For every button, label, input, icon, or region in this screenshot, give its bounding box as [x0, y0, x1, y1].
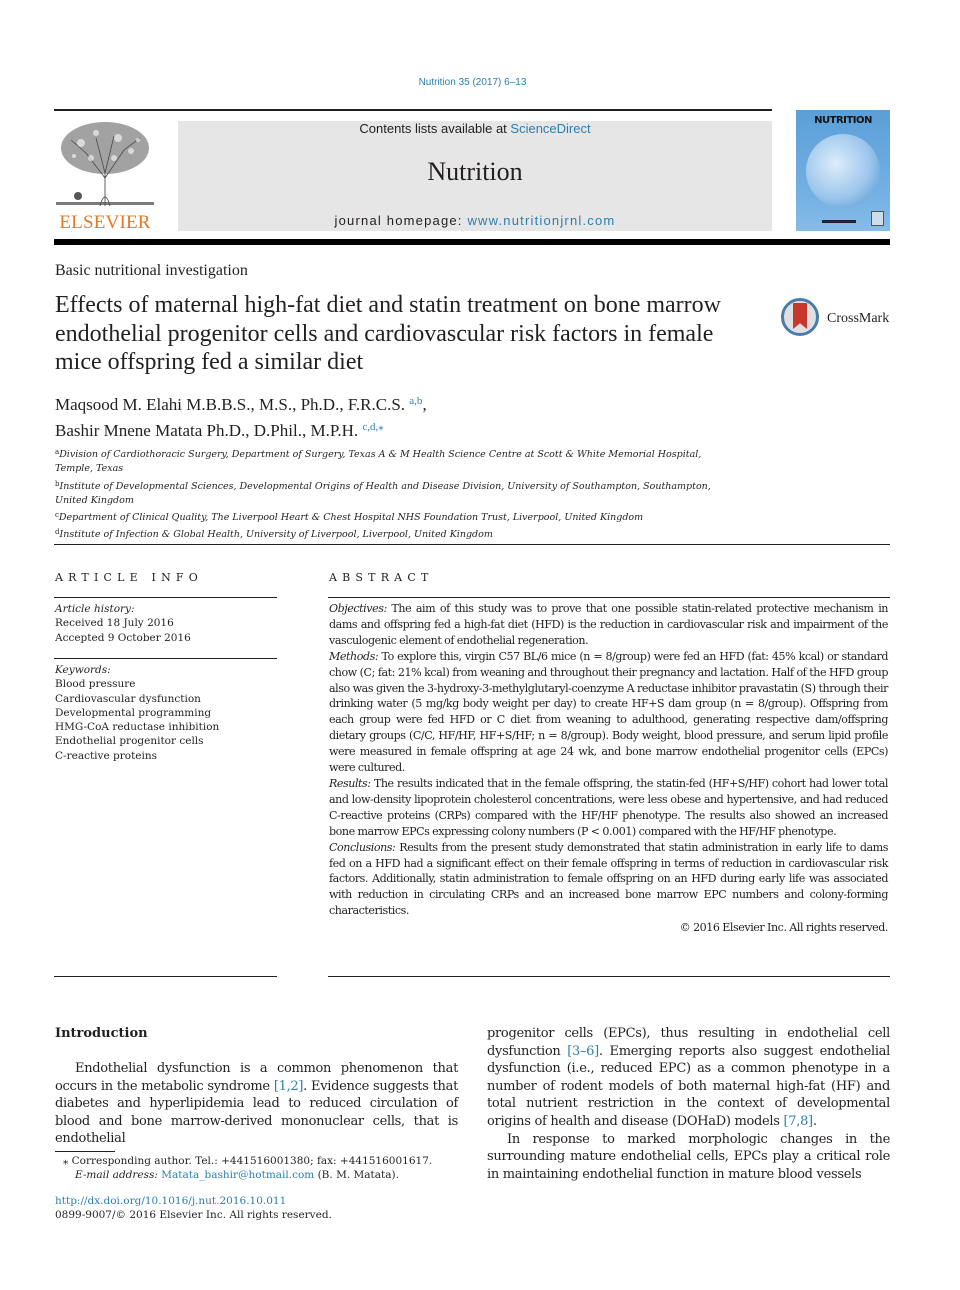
sciencedirect-link[interactable]: ScienceDirect	[510, 121, 590, 136]
paragraph: progenitor cells (EPCs), thus resulting …	[487, 1025, 890, 1131]
received-date: Received 18 July 2016	[55, 617, 174, 630]
accepted-date: Accepted 9 October 2016	[55, 631, 191, 644]
affiliations: aDivision of Cardiothoracic Surgery, Dep…	[55, 445, 725, 543]
journal-cover-image[interactable]: NUTRITION	[796, 110, 890, 231]
abstract-objectives: Objectives: The aim of this study was to…	[329, 601, 888, 649]
email-label: E-mail address:	[75, 1169, 162, 1182]
crossmark-button[interactable]: CrossMark	[780, 297, 895, 341]
keyword: Developmental programming	[55, 706, 212, 719]
keywords-label: Keywords:	[55, 664, 111, 676]
elsevier-tree-icon	[56, 122, 154, 207]
cover-footer-bar	[822, 220, 856, 223]
section-label: Conclusions:	[329, 840, 396, 854]
section-text: To explore this, virgin C57 BL/6 mice (n…	[329, 649, 888, 775]
affiliation: aDivision of Cardiothoracic Surgery, Dep…	[55, 445, 725, 477]
section-text: The aim of this study was to prove that …	[329, 602, 888, 647]
article-info-heading: ARTICLE INFO	[55, 571, 203, 584]
abstract-methods: Methods: To explore this, virgin C57 BL/…	[329, 649, 888, 776]
keyword: Blood pressure	[55, 678, 136, 691]
divider	[328, 976, 890, 977]
email-line: E-mail address: Matata_bashir@hotmail.co…	[55, 1168, 432, 1182]
abstract-body: Objectives: The aim of this study was to…	[329, 601, 888, 936]
citation-link[interactable]: Nutrition 35 (2017) 6–13	[419, 77, 527, 88]
divider	[54, 976, 277, 977]
corresponding-author-footnote: ⁎ Corresponding author. Tel.: +441516001…	[55, 1154, 432, 1183]
crossmark-label: CrossMark	[827, 311, 890, 326]
reference-link[interactable]: [1,2]	[274, 1079, 304, 1094]
header-thick-rule	[54, 239, 890, 245]
affiliation-text: Institute of Developmental Sciences, Dev…	[55, 480, 711, 506]
elsevier-logo[interactable]: ELSEVIER	[54, 118, 156, 234]
section-label: Objectives:	[329, 602, 387, 615]
journal-citation[interactable]: Nutrition 35 (2017) 6–13	[0, 77, 945, 88]
section-type: Basic nutritional investigation	[55, 262, 248, 279]
reference-link[interactable]: [3–6]	[567, 1044, 599, 1059]
contents-line: Contents lists available at ScienceDirec…	[178, 121, 772, 137]
abstract-copyright: © 2016 Elsevier Inc. All rights reserved…	[679, 921, 889, 935]
cover-title: NUTRITION	[814, 115, 872, 126]
journal-name: Nutrition	[427, 157, 523, 186]
affiliation-text: Division of Cardiothoracic Surgery, Depa…	[55, 449, 702, 475]
text: .	[812, 1113, 817, 1129]
affiliation-link[interactable]: a,b	[409, 395, 422, 407]
author: Maqsood M. Elahi M.B.B.S., M.S., Ph.D., …	[55, 390, 427, 416]
contents-prefix: Contents lists available at	[359, 121, 511, 136]
abstract-conclusions: Conclusions: Results from the present st…	[329, 840, 888, 920]
body-column-left: Endothelial dysfunction is a common phen…	[55, 1060, 458, 1148]
section-label: Results:	[329, 776, 371, 790]
footnote-rule	[55, 1151, 115, 1152]
divider	[54, 544, 890, 545]
author-name: Bashir Mnene Matata Ph.D., D.Phil., M.P.…	[55, 421, 359, 440]
affiliation: dInstitute of Infection & Global Health,…	[55, 525, 725, 542]
keyword: Cardiovascular dysfunction	[55, 692, 201, 705]
affiliation: cDepartment of Clinical Quality, The Liv…	[55, 508, 725, 525]
email-link[interactable]: Matata_bashir@hotmail.com	[161, 1169, 314, 1181]
section-text: The results indicated that in the female…	[329, 776, 888, 838]
body-column-right: progenitor cells (EPCs), thus resulting …	[487, 1025, 890, 1183]
section-text: Results from the present study demonstra…	[329, 840, 888, 918]
keyword: C-reactive proteins	[55, 749, 158, 762]
journal-header-box: Contents lists available at ScienceDirec…	[178, 121, 772, 231]
globe-icon	[806, 134, 880, 208]
divider	[54, 658, 277, 659]
doi-link[interactable]: http://dx.doi.org/10.1016/j.nut.2016.10.…	[55, 1195, 286, 1207]
reference-link[interactable]: [7,8]	[784, 1114, 814, 1129]
homepage-prefix: journal homepage:	[334, 213, 468, 228]
abstract-heading: ABSTRACT	[329, 571, 434, 584]
header-rule	[54, 109, 772, 111]
history-label: Article history:	[55, 603, 135, 615]
affiliation: bInstitute of Developmental Sciences, De…	[55, 477, 725, 509]
corresponding-text: ⁎ Corresponding author. Tel.: +441516001…	[63, 1155, 433, 1167]
issn-copyright: 0899-9007/© 2016 Elsevier Inc. All right…	[55, 1209, 332, 1222]
author: Bashir Mnene Matata Ph.D., D.Phil., M.P.…	[55, 416, 427, 442]
keywords: Keywords: Blood pressure Cardiovascular …	[55, 663, 219, 763]
paragraph: Endothelial dysfunction is a common phen…	[55, 1060, 458, 1148]
affiliation-link[interactable]: c,d,⁎	[362, 421, 383, 433]
article-history: Article history: Received 18 July 2016 A…	[55, 602, 191, 645]
author-list: Maqsood M. Elahi M.B.B.S., M.S., Ph.D., …	[55, 390, 427, 442]
email-suffix: (B. M. Matata).	[314, 1169, 399, 1182]
affiliation-text: Institute of Infection & Global Health, …	[59, 529, 493, 541]
author-separator: ,	[422, 395, 427, 414]
homepage-line: journal homepage: www.nutritionjrnl.com	[178, 213, 772, 228]
elsevier-wordmark: ELSEVIER	[59, 212, 151, 233]
doi-block: http://dx.doi.org/10.1016/j.nut.2016.10.…	[55, 1194, 332, 1223]
keyword: HMG-CoA reductase inhibition	[55, 721, 220, 734]
article-title: Effects of maternal high-fat diet and st…	[55, 292, 721, 375]
author-name: Maqsood M. Elahi M.B.B.S., M.S., Ph.D., …	[55, 395, 406, 414]
abstract-results: Results: The results indicated that in t…	[329, 776, 888, 840]
keyword: Endothelial progenitor cells	[55, 735, 204, 748]
introduction-heading: Introduction	[55, 1026, 148, 1041]
paragraph: In response to marked morphologic change…	[487, 1131, 890, 1182]
divider	[54, 597, 277, 598]
section-label: Methods:	[329, 649, 379, 663]
cover-elsevier-icon	[871, 211, 884, 226]
affiliation-text: Department of Clinical Quality, The Live…	[58, 512, 644, 524]
divider	[328, 597, 890, 598]
homepage-link[interactable]: www.nutritionjrnl.com	[467, 213, 615, 228]
